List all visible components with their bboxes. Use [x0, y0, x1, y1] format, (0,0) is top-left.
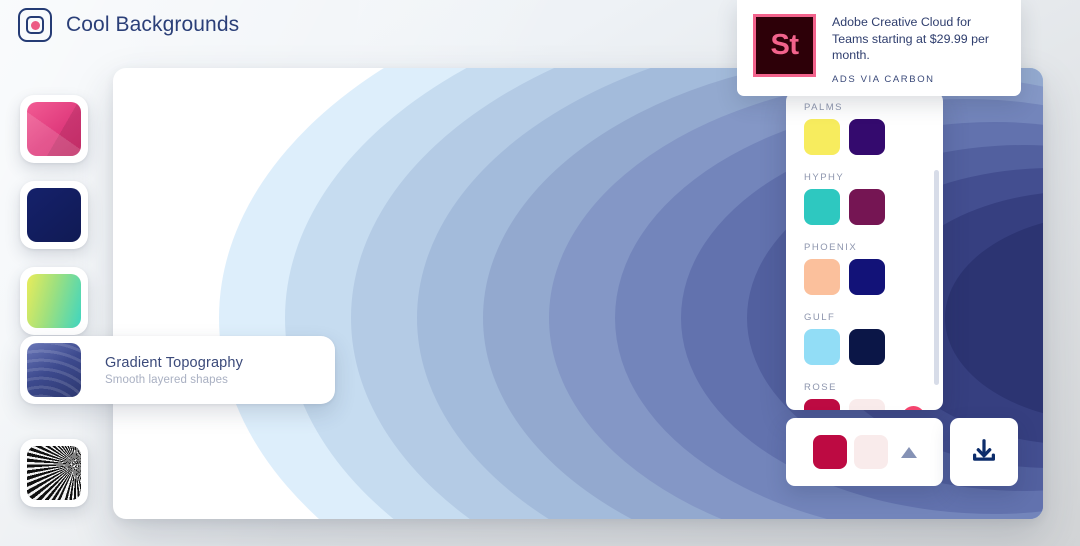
advertisement-text: Adobe Creative Cloud for Teams starting …: [832, 15, 990, 62]
palette-swatch-row: [804, 259, 943, 295]
palette-swatch-row: [804, 119, 943, 155]
thumbnail-gradient: [27, 274, 81, 328]
thumbnail-fractal-swirl: [27, 446, 81, 500]
palette-swatch-primary[interactable]: [804, 119, 840, 155]
active-color-swatch-secondary[interactable]: [853, 435, 888, 469]
palette-swatch-secondary[interactable]: [849, 329, 885, 365]
record-circle-icon[interactable]: [18, 8, 52, 42]
adobe-stock-icon: St: [753, 14, 816, 77]
palette-group-gulf[interactable]: GULF: [804, 312, 943, 365]
palette-swatch-primary[interactable]: [804, 329, 840, 365]
triangle-up-icon[interactable]: [900, 446, 917, 458]
palette-scrollbar[interactable]: [934, 170, 939, 385]
style-tooltip-card[interactable]: Gradient Topography Smooth layered shape…: [20, 336, 335, 404]
palette-swatch-secondary[interactable]: [849, 259, 885, 295]
palette-group-phoenix[interactable]: PHOENIX: [804, 242, 943, 295]
palette-swatch-primary[interactable]: [804, 189, 840, 225]
check-circle-icon[interactable]: [902, 405, 925, 410]
palette-swatch-secondary[interactable]: [849, 119, 885, 155]
palette-group-label: PHOENIX: [804, 242, 858, 253]
style-thumbnail-rail: [20, 95, 88, 507]
sidebar-item-gradient[interactable]: [20, 267, 88, 335]
adobe-stock-logo-text: St: [770, 29, 800, 61]
thumbnail-gradient-topography: [27, 343, 81, 397]
download-button[interactable]: [950, 418, 1018, 486]
palette-group-label: HYPHY: [804, 172, 845, 183]
advertisement-card[interactable]: St Adobe Creative Cloud for Teams starti…: [737, 0, 1021, 96]
palette-swatch-secondary[interactable]: [849, 189, 885, 225]
active-color-toolbar[interactable]: [786, 418, 943, 486]
sidebar-item-particle-network[interactable]: [20, 181, 88, 249]
palette-swatch-row: [804, 329, 943, 365]
palette-group-rose[interactable]: ROSE: [804, 382, 943, 410]
palette-swatch-row: [804, 189, 943, 225]
palette-group-label: ROSE: [804, 382, 837, 393]
app-header: Cool Backgrounds: [18, 8, 239, 42]
thumbnail-particle-network: [27, 188, 81, 242]
palette-swatch-primary[interactable]: [804, 259, 840, 295]
palette-group-hyphy[interactable]: HYPHY: [804, 172, 943, 225]
palette-swatch-primary[interactable]: [804, 399, 840, 410]
sidebar-item-fractal-swirl[interactable]: [20, 439, 88, 507]
page-title: Cool Backgrounds: [66, 13, 240, 36]
palette-group-label: GULF: [804, 312, 836, 323]
sidebar-item-low-poly[interactable]: [20, 95, 88, 163]
style-tooltip-title: Gradient Topography: [105, 354, 244, 371]
color-palette-panel[interactable]: PALMS HYPHY PHOENIX GULF ROSE: [786, 92, 943, 410]
download-icon: [973, 439, 995, 461]
palette-swatch-secondary[interactable]: [849, 399, 885, 410]
thumbnail-low-poly: [27, 102, 81, 156]
palette-swatch-row: [804, 399, 943, 410]
palette-group-label: PALMS: [804, 102, 844, 113]
palette-group-palms[interactable]: PALMS: [804, 102, 943, 155]
active-color-swatch-primary[interactable]: [812, 435, 847, 469]
style-tooltip-subtitle: Smooth layered shapes: [105, 373, 228, 386]
advertisement-attribution[interactable]: ADS VIA CARBON: [832, 74, 1005, 85]
